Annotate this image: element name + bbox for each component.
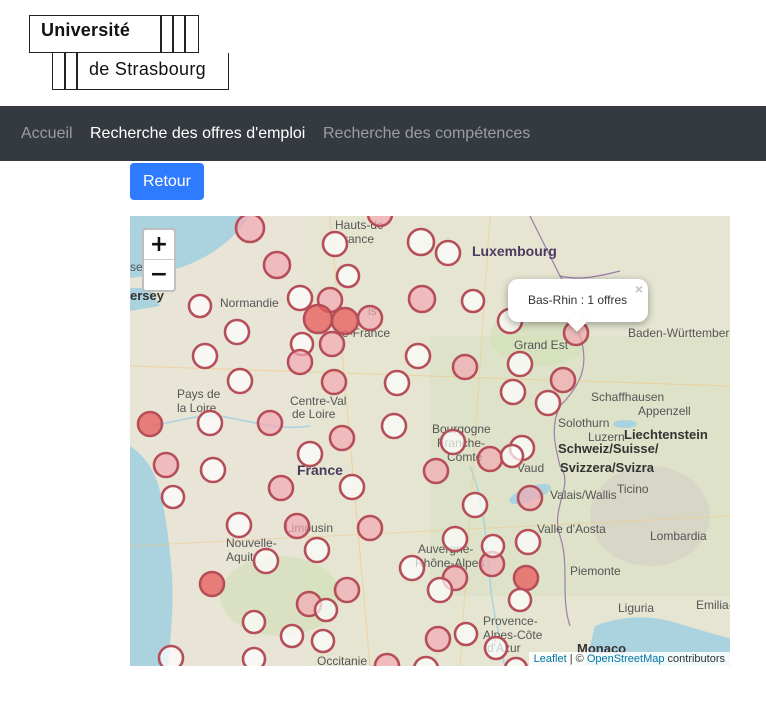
map-marker[interactable]: [476, 445, 504, 473]
map-marker[interactable]: [356, 514, 384, 542]
map-marker[interactable]: [330, 306, 360, 336]
map-marker[interactable]: [223, 318, 251, 346]
map-marker[interactable]: [422, 457, 450, 485]
zoom-in-button[interactable]: +: [144, 230, 174, 260]
map-container[interactable]: Hauts-de rance Luxembourg Normandie se e…: [130, 216, 730, 666]
attribution-suffix: contributors: [664, 653, 725, 665]
map-marker[interactable]: [283, 512, 311, 540]
map-marker[interactable]: [507, 587, 533, 613]
map-marker[interactable]: [434, 239, 462, 267]
map-marker[interactable]: [424, 625, 452, 653]
map-marker[interactable]: [333, 576, 361, 604]
map-marker[interactable]: [256, 409, 284, 437]
map-marker[interactable]: [439, 428, 467, 456]
map-marker[interactable]: [226, 367, 254, 395]
map-marker[interactable]: [404, 342, 432, 370]
nav-item-competences[interactable]: Recherche des compétences: [323, 125, 530, 143]
map-marker[interactable]: [160, 484, 186, 510]
map-marker[interactable]: [234, 216, 266, 244]
popup-text: Bas-Rhin : 1 offres: [528, 293, 628, 307]
map-marker[interactable]: [262, 250, 292, 280]
map-marker[interactable]: [241, 609, 267, 635]
map-marker[interactable]: [356, 304, 384, 332]
map-marker[interactable]: [499, 443, 525, 469]
map-marker[interactable]: [320, 368, 348, 396]
map-marker[interactable]: [318, 330, 346, 358]
map-marker[interactable]: [549, 366, 577, 394]
map-marker[interactable]: [152, 451, 180, 479]
map-marker[interactable]: [373, 652, 401, 666]
map-marker[interactable]: [441, 525, 469, 553]
map-marker[interactable]: [380, 412, 408, 440]
logo-line: [160, 15, 162, 53]
map-marker[interactable]: [157, 644, 185, 666]
map-marker[interactable]: [335, 263, 361, 289]
map-marker[interactable]: [504, 656, 528, 666]
map-marker[interactable]: [196, 409, 224, 437]
map-marker[interactable]: [296, 440, 324, 468]
popup-close-icon[interactable]: ×: [635, 281, 643, 297]
map-marker[interactable]: [187, 293, 213, 319]
map-marker[interactable]: [286, 348, 314, 376]
map-marker[interactable]: [480, 533, 506, 559]
navbar: Accueil Recherche des offres d'emploi Re…: [0, 106, 766, 161]
map-marker[interactable]: [303, 536, 331, 564]
map-marker[interactable]: [516, 484, 544, 512]
map-marker[interactable]: [512, 564, 540, 592]
zoom-out-button[interactable]: −: [144, 260, 174, 289]
map-marker[interactable]: [313, 597, 339, 623]
nav-item-accueil[interactable]: Accueil: [21, 125, 73, 143]
university-logo[interactable]: Université de Strasbourg: [29, 15, 229, 90]
back-button[interactable]: Retour: [130, 163, 204, 200]
map-marker[interactable]: [225, 511, 253, 539]
map-marker[interactable]: [383, 369, 411, 397]
map-marker[interactable]: [451, 353, 479, 381]
map-marker[interactable]: [199, 456, 227, 484]
map-marker[interactable]: [267, 474, 295, 502]
map-marker[interactable]: [407, 284, 437, 314]
map-marker[interactable]: [328, 424, 356, 452]
nav-item-offres[interactable]: Recherche des offres d'emploi: [90, 125, 305, 143]
logo-line: [76, 53, 78, 90]
map-marker[interactable]: [302, 303, 334, 335]
map-marker[interactable]: [413, 655, 439, 666]
map-marker[interactable]: [514, 528, 542, 556]
map-marker[interactable]: [506, 350, 534, 378]
map-marker[interactable]: [286, 284, 314, 312]
map-marker[interactable]: [310, 628, 336, 654]
map-marker[interactable]: [453, 621, 479, 647]
map-marker[interactable]: [426, 576, 454, 604]
map-marker[interactable]: [366, 216, 394, 228]
logo-text-line1: Université: [41, 20, 131, 40]
map-marker[interactable]: [136, 410, 164, 438]
map-popup: Bas-Rhin : 1 offres ×: [508, 279, 648, 332]
map-marker[interactable]: [338, 473, 366, 501]
map-marker[interactable]: [499, 378, 527, 406]
map-marker[interactable]: [534, 389, 562, 417]
leaflet-link[interactable]: Leaflet: [534, 653, 567, 665]
map-marker[interactable]: [241, 646, 267, 666]
map-marker[interactable]: [461, 491, 489, 519]
osm-link[interactable]: OpenStreetMap: [587, 653, 665, 665]
logo-line: [172, 15, 174, 53]
attribution-separator: | ©: [566, 653, 587, 665]
map-marker[interactable]: [198, 570, 226, 598]
map-marker[interactable]: [279, 623, 305, 649]
map-marker[interactable]: [321, 230, 349, 258]
map-marker[interactable]: [191, 342, 219, 370]
map-marker[interactable]: [460, 288, 486, 314]
map-marker[interactable]: [406, 227, 436, 257]
logo-line: [184, 15, 186, 53]
zoom-control: + −: [142, 228, 176, 292]
map-attribution: Leaflet | © OpenStreetMap contributors: [528, 652, 730, 666]
map-marker[interactable]: [252, 547, 280, 575]
map-marker[interactable]: [398, 554, 426, 582]
map-marker[interactable]: [483, 635, 509, 661]
logo-line: [64, 53, 66, 90]
logo-text-line2: de Strasbourg: [89, 59, 206, 79]
